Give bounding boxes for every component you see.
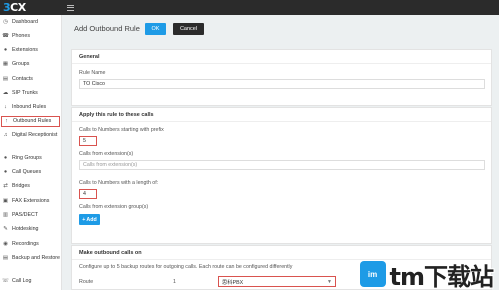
sidebar-item-outbound-rules[interactable]: ↑ Outbound Rules xyxy=(1,116,60,127)
sidebar-item-call-queues[interactable]: ● Call Queues xyxy=(2,169,60,176)
sidebar-item-label: Backup and Restore xyxy=(12,255,60,261)
user-icon: ● xyxy=(3,47,8,53)
ok-button[interactable]: OK xyxy=(145,23,166,35)
watermark-badge: im xyxy=(359,261,386,287)
sidebar-item-contacts[interactable]: ▤ Contacts xyxy=(2,76,60,83)
prefix-input[interactable] xyxy=(79,136,97,146)
sidebar-item-ring-groups[interactable]: ● Ring Groups xyxy=(2,155,60,162)
general-panel: General Rule Name xyxy=(71,49,492,106)
route-select-value: 思科PBX xyxy=(222,279,244,286)
sidebar-item-extensions[interactable]: ● Extensions xyxy=(2,47,60,54)
add-label: Add xyxy=(86,216,97,223)
hotdesk-icon: ✎ xyxy=(3,226,8,232)
watermark-text: tm下载站 xyxy=(389,262,494,290)
backup-icon: ▤ xyxy=(2,255,9,261)
from-extension-label: Calls from extension(s) xyxy=(79,151,134,157)
cancel-button[interactable]: Cancel xyxy=(173,23,204,35)
sidebar-item-label: Groups xyxy=(12,61,30,67)
sidebar-item-label: Recordings xyxy=(12,241,39,247)
logo-mark: 3 xyxy=(3,1,11,14)
arrow-down-icon: ↓ xyxy=(4,104,7,110)
chevron-down-icon: ▼ xyxy=(327,279,332,285)
sidebar-item-dashboard[interactable]: ◷ Dashboard xyxy=(2,19,60,26)
menu-toggle-icon[interactable] xyxy=(67,4,74,11)
call-log-icon: ☏ xyxy=(2,278,9,284)
sidebar-item-label: Digital Receptionist xyxy=(12,132,58,138)
sidebar-item-hotdesking[interactable]: ✎ Hotdesking xyxy=(2,226,60,233)
sidebar-item-sip-trunks[interactable]: ☁ SIP Trunks xyxy=(2,90,60,97)
general-heading: General xyxy=(72,50,491,64)
sidebar-item-label: Dashboard xyxy=(12,19,38,25)
sidebar-item-label: Hotdesking xyxy=(12,226,39,232)
length-input[interactable] xyxy=(79,189,97,199)
sidebar-item-pas-dect[interactable]: ▥ PAS/DECT xyxy=(2,212,60,219)
sidebar-item-phones[interactable]: ☎ Phones xyxy=(2,33,60,40)
cloud-icon: ☁ xyxy=(2,90,9,96)
prefix-label: Calls to Numbers starting with prefix xyxy=(79,127,164,133)
apply-rule-heading: Apply this rule to these calls xyxy=(72,108,491,122)
3cx-logo: 3 CX xyxy=(0,0,62,15)
extension-groups-label: Calls from extension group(s) xyxy=(79,204,149,210)
from-extension-input[interactable] xyxy=(79,160,485,170)
sidebar-item-recordings[interactable]: ◉ Recordings xyxy=(2,241,60,248)
contact-icon: ▤ xyxy=(2,76,9,82)
route-select[interactable]: 思科PBX ▼ xyxy=(218,276,336,287)
sidebar-item-backup-and-restore[interactable]: ▤ Backup and Restore xyxy=(2,255,60,262)
apply-rule-panel: Apply this rule to these calls Calls to … xyxy=(71,107,492,244)
sidebar-item-inbound-rules[interactable]: ↓ Inbound Rules xyxy=(2,104,60,111)
add-group-button[interactable]: + Add xyxy=(79,214,100,225)
sidebar-item-label: Call Log xyxy=(12,278,32,284)
phone-icon: ☎ xyxy=(2,33,9,39)
ring-group-icon: ● xyxy=(3,155,8,161)
sidebar-item-label: Extensions xyxy=(12,47,38,53)
sidebar-item-call-log[interactable]: ☏ Call Log xyxy=(2,278,60,285)
route-label: Route xyxy=(79,279,94,285)
dashboard-icon: ◷ xyxy=(3,19,8,25)
length-label: Calls to Numbers with a length of: xyxy=(79,180,159,186)
sidebar-item-label: FAX Extensions xyxy=(12,198,50,204)
sidebar-item-label: Phones xyxy=(12,33,30,39)
grid-icon: ▦ xyxy=(2,61,9,67)
page-title: Add Outbound Rule xyxy=(74,24,140,33)
sidebar: ◷ Dashboard ☎ Phones ● Extensions ▦ Groups ▤… xyxy=(0,15,62,290)
queue-icon: ● xyxy=(3,169,8,175)
sidebar-item-digital-receptionist[interactable]: ♫ Digital Receptionist xyxy=(2,132,60,139)
route-number: 1 xyxy=(173,279,176,285)
sidebar-item-label: Outbound Rules xyxy=(13,118,52,124)
sidebar-item-label: Bridges xyxy=(12,183,30,189)
main-content: Add Outbound Rule OK Cancel General Rule… xyxy=(62,15,499,290)
watermark: im tm下载站 xyxy=(339,258,499,290)
bridge-icon: ⇄ xyxy=(3,183,8,189)
sidebar-item-label: PAS/DECT xyxy=(12,212,39,218)
fax-icon: ▣ xyxy=(2,198,9,204)
logo-text: CX xyxy=(10,1,26,14)
routes-description: Configure up to 5 backup routes for outg… xyxy=(79,264,293,270)
rule-name-label: Rule Name xyxy=(79,70,106,76)
sidebar-item-label: Inbound Rules xyxy=(12,104,47,110)
sidebar-item-label: Call Queues xyxy=(12,169,42,175)
sidebar-item-groups[interactable]: ▦ Groups xyxy=(2,61,60,68)
sidebar-item-label: Ring Groups xyxy=(12,155,42,161)
top-bar: 3 CX xyxy=(0,0,499,15)
sidebar-item-label: SIP Trunks xyxy=(12,90,38,96)
plus-icon: + xyxy=(82,216,86,223)
sidebar-item-bridges[interactable]: ⇄ Bridges xyxy=(2,183,60,190)
rule-name-input[interactable] xyxy=(79,79,485,89)
sidebar-item-label: Contacts xyxy=(12,76,33,82)
arrow-up-icon: ↑ xyxy=(5,118,8,124)
dect-icon: ▥ xyxy=(2,212,9,218)
sidebar-item-fax-extensions[interactable]: ▣ FAX Extensions xyxy=(2,198,60,205)
page-header: Add Outbound Rule OK Cancel xyxy=(62,15,499,42)
receptionist-icon: ♫ xyxy=(3,132,8,138)
recording-icon: ◉ xyxy=(3,241,8,247)
